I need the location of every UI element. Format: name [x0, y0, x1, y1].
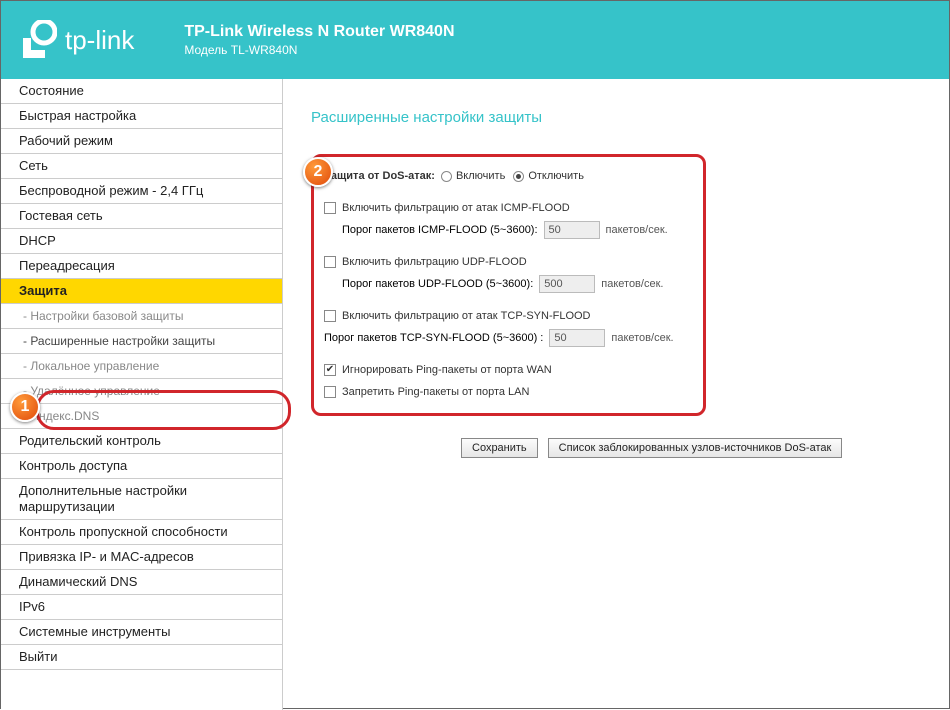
udp-flood-label: Включить фильтрацию UDP-FLOOD [342, 253, 527, 271]
tcp-threshold-label: Порог пакетов TCP-SYN-FLOOD (5~3600) : [324, 332, 543, 344]
sidebar-item-dhcp[interactable]: DHCP [1, 229, 282, 254]
sidebar-item-logout[interactable]: Выйти [1, 645, 282, 670]
icmp-unit: пакетов/сек. [606, 224, 668, 236]
product-model: Модель TL-WR840N [184, 43, 454, 59]
udp-threshold-input[interactable] [539, 275, 595, 293]
brand-logo: tp-link [21, 20, 134, 60]
sidebar-item-advanced-routing[interactable]: Дополнительные настройки маршрутизации [1, 479, 282, 520]
tcp-threshold-input[interactable] [549, 329, 605, 347]
icmp-flood-label: Включить фильтрацию от атак ICMP-FLOOD [342, 199, 570, 217]
sidebar-item-wireless-24[interactable]: Беспроводной режим - 2,4 ГГц [1, 179, 282, 204]
icmp-flood-checkbox[interactable] [324, 202, 336, 214]
ignore-wan-ping-checkbox[interactable] [324, 364, 336, 376]
sidebar-sub-remote-management[interactable]: - Удалённое управление [1, 379, 282, 404]
sidebar-sub-yandex-dns[interactable]: - Яндекс.DNS [1, 404, 282, 429]
dos-protection-label: Защита от DoS-атак: [324, 167, 435, 185]
sidebar-item-status[interactable]: Состояние [1, 79, 282, 104]
sidebar-item-dynamic-dns[interactable]: Динамический DNS [1, 570, 282, 595]
tcp-unit: пакетов/сек. [611, 332, 673, 344]
tcp-flood-checkbox[interactable] [324, 310, 336, 322]
sidebar-item-quick-setup[interactable]: Быстрая настройка [1, 104, 282, 129]
settings-panel: Защита от DoS-атак: Включить Отключить В… [311, 154, 706, 416]
dos-enable-label: Включить [456, 167, 505, 185]
product-title: TP-Link Wireless N Router WR840N [184, 22, 454, 43]
sidebar-sub-advanced-security[interactable]: - Расширенные настройки защиты [1, 329, 282, 354]
brand-name: tp-link [65, 25, 134, 56]
annotation-badge-1: 1 [10, 392, 40, 422]
sidebar-item-access-control[interactable]: Контроль доступа [1, 454, 282, 479]
dos-disable-label: Отключить [528, 167, 584, 185]
icmp-threshold-input[interactable] [544, 221, 600, 239]
header-text: TP-Link Wireless N Router WR840N Модель … [184, 22, 454, 58]
tplink-logo-icon [21, 20, 57, 60]
udp-flood-checkbox[interactable] [324, 256, 336, 268]
tcp-flood-label: Включить фильтрацию от атак TCP-SYN-FLOO… [342, 307, 591, 325]
sidebar-item-security[interactable]: Защита [1, 279, 282, 304]
forbid-lan-ping-label: Запретить Ping-пакеты от порта LAN [342, 383, 529, 401]
forbid-lan-ping-checkbox[interactable] [324, 386, 336, 398]
content-area: Расширенные настройки защиты Защита от D… [283, 79, 949, 710]
sidebar-sub-local-management[interactable]: - Локальное управление [1, 354, 282, 379]
sidebar-item-operation-mode[interactable]: Рабочий режим [1, 129, 282, 154]
udp-unit: пакетов/сек. [601, 278, 663, 290]
sidebar-item-ipv6[interactable]: IPv6 [1, 595, 282, 620]
sidebar-item-network[interactable]: Сеть [1, 154, 282, 179]
sidebar-item-parental-control[interactable]: Родительский контроль [1, 429, 282, 454]
header-bar: tp-link TP-Link Wireless N Router WR840N… [1, 1, 949, 79]
dos-protection-row: Защита от DoS-атак: Включить Отключить [324, 167, 693, 185]
icmp-threshold-label: Порог пакетов ICMP-FLOOD (5~3600): [342, 224, 538, 236]
annotation-badge-2: 2 [303, 157, 333, 187]
sidebar-item-system-tools[interactable]: Системные инструменты [1, 620, 282, 645]
sidebar-item-ip-mac-binding[interactable]: Привязка IP- и MAC-адресов [1, 545, 282, 570]
dos-enable-radio[interactable] [441, 171, 452, 182]
sidebar-item-bandwidth-control[interactable]: Контроль пропускной способности [1, 520, 282, 545]
sidebar-item-guest-network[interactable]: Гостевая сеть [1, 204, 282, 229]
save-button[interactable]: Сохранить [461, 438, 538, 458]
udp-threshold-label: Порог пакетов UDP-FLOOD (5~3600): [342, 278, 533, 290]
sidebar-nav: Состояние Быстрая настройка Рабочий режи… [1, 79, 283, 710]
page-title: Расширенные настройки защиты [311, 109, 931, 126]
blocked-hosts-button[interactable]: Список заблокированных узлов-источников … [548, 438, 843, 458]
dos-disable-radio[interactable] [513, 171, 524, 182]
sidebar-sub-basic-security[interactable]: - Настройки базовой защиты [1, 304, 282, 329]
sidebar-item-forwarding[interactable]: Переадресация [1, 254, 282, 279]
ignore-wan-ping-label: Игнорировать Ping-пакеты от порта WAN [342, 361, 552, 379]
